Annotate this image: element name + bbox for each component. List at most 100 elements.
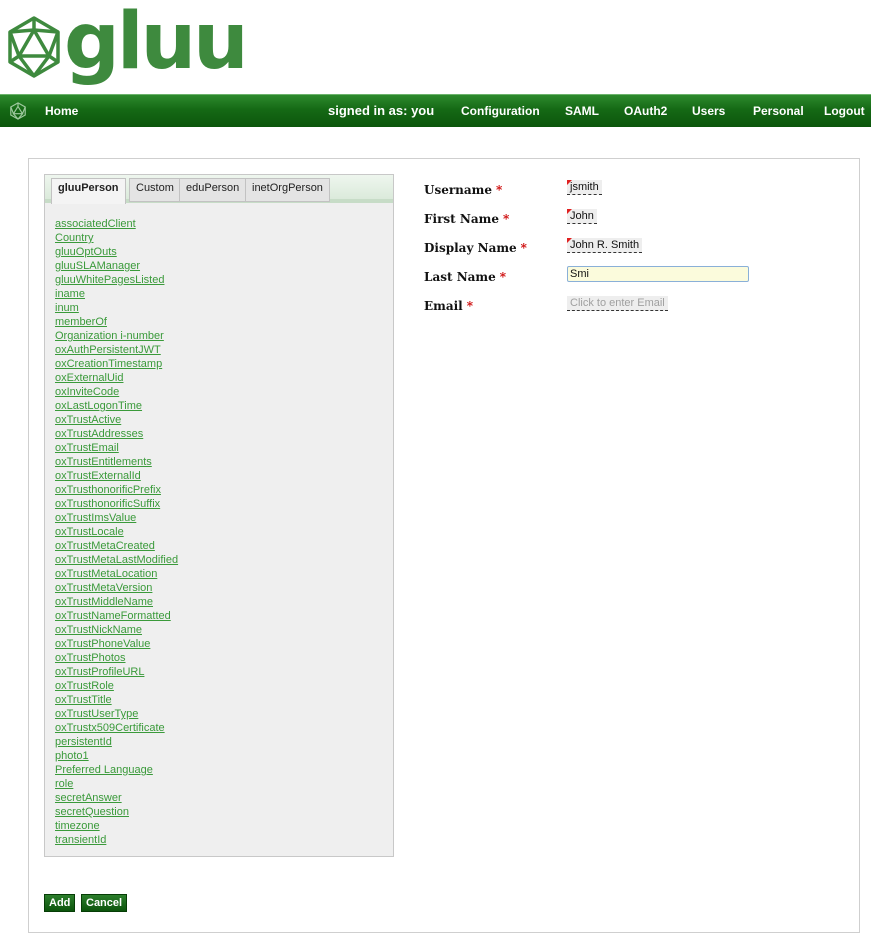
attribute-link[interactable]: memberOf	[55, 316, 107, 328]
attribute-link[interactable]: oxTrustLocale	[55, 526, 124, 538]
username-field[interactable]: jsmith	[567, 180, 602, 195]
attribute-link[interactable]: timezone	[55, 820, 100, 832]
attribute-link[interactable]: gluuWhitePagesListed	[55, 274, 164, 286]
nav-saml[interactable]: SAML	[565, 95, 599, 127]
tab-eduperson[interactable]: eduPerson	[179, 178, 247, 202]
list-item: oxTrustLocale	[55, 525, 178, 539]
tab-custom[interactable]: Custom	[129, 178, 181, 202]
email-label: Email *	[424, 299, 474, 313]
list-item: memberOf	[55, 315, 178, 329]
first-name-label: First Name *	[424, 212, 510, 226]
attribute-link[interactable]: Organization i-number	[55, 330, 164, 342]
list-item: oxExternalUid	[55, 371, 178, 385]
list-item: oxTrustMetaLocation	[55, 567, 178, 581]
list-item: photo1	[55, 749, 178, 763]
attribute-link[interactable]: oxCreationTimestamp	[55, 358, 162, 370]
nav-home[interactable]: Home	[45, 95, 78, 127]
attribute-link[interactable]: Country	[55, 232, 94, 244]
attribute-link[interactable]: oxTrustExternalId	[55, 470, 141, 482]
attribute-link[interactable]: Preferred Language	[55, 764, 153, 776]
cancel-button[interactable]: Cancel	[81, 894, 128, 912]
nav-configuration[interactable]: Configuration	[461, 95, 540, 127]
attribute-link[interactable]: oxAuthPersistentJWT	[55, 344, 161, 356]
list-item: gluuOptOuts	[55, 245, 178, 259]
attribute-list: associatedClient Country gluuOptOuts gluuSL…	[55, 217, 178, 847]
attribute-link[interactable]: oxTrustPhotos	[55, 652, 126, 664]
list-item: gluuSLAManager	[55, 259, 178, 273]
tab-gluuperson[interactable]: gluuPerson	[51, 178, 126, 204]
attribute-link[interactable]: secretAnswer	[55, 792, 122, 804]
attribute-link[interactable]: oxTrustNameFormatted	[55, 610, 171, 622]
list-item: oxTrustImsValue	[55, 511, 178, 525]
attribute-link[interactable]: transientId	[55, 834, 106, 846]
attribute-link[interactable]: oxTrustx509Certificate	[55, 722, 165, 734]
attribute-link[interactable]: oxTrustProfileURL	[55, 666, 144, 678]
attribute-link[interactable]: oxTrustImsValue	[55, 512, 136, 524]
list-item: oxTrustUserType	[55, 707, 178, 721]
attribute-link[interactable]: oxTrustUserType	[55, 708, 138, 720]
attribute-link[interactable]: oxTrustMiddleName	[55, 596, 153, 608]
signed-in-status: signed in as: you	[328, 103, 435, 118]
attribute-link[interactable]: photo1	[55, 750, 89, 762]
list-item: transientId	[55, 833, 178, 847]
last-name-label: Last Name *	[424, 270, 507, 284]
email-field[interactable]: Click to enter Email	[567, 296, 668, 311]
list-item: oxTrustMetaLastModified	[55, 553, 178, 567]
list-item: Organization i-number	[55, 329, 178, 343]
tab-inetorgperson[interactable]: inetOrgPerson	[245, 178, 330, 202]
attribute-link[interactable]: oxTrustPhoneValue	[55, 638, 150, 650]
attribute-link[interactable]: oxTrustNickName	[55, 624, 142, 636]
list-item: oxTrustPhotos	[55, 651, 178, 665]
list-item: oxTrustNameFormatted	[55, 609, 178, 623]
list-item: oxTrusthonorificSuffix	[55, 497, 178, 511]
gluu-nav-icon	[10, 102, 26, 120]
list-item: gluuWhitePagesListed	[55, 273, 178, 287]
attribute-link[interactable]: oxTrustAddresses	[55, 428, 143, 440]
attribute-link[interactable]: oxExternalUid	[55, 372, 123, 384]
nav-personal[interactable]: Personal	[753, 95, 804, 127]
list-item: persistentId	[55, 735, 178, 749]
list-item: oxTrustMetaCreated	[55, 539, 178, 553]
attribute-link[interactable]: oxTrustEntitlements	[55, 456, 152, 468]
attribute-link[interactable]: secretQuestion	[55, 806, 129, 818]
attribute-link[interactable]: oxTrustMetaVersion	[55, 582, 152, 594]
list-item: secretQuestion	[55, 805, 178, 819]
list-item: oxTrusthonorificPrefix	[55, 483, 178, 497]
attribute-link[interactable]: oxTrustEmail	[55, 442, 119, 454]
attribute-link[interactable]: oxTrusthonorificSuffix	[55, 498, 160, 510]
first-name-field[interactable]: John	[567, 209, 597, 224]
last-name-input[interactable]	[567, 266, 749, 282]
attribute-link[interactable]: gluuOptOuts	[55, 246, 117, 258]
nav-users[interactable]: Users	[692, 95, 725, 127]
attribute-link[interactable]: role	[55, 778, 73, 790]
attribute-link[interactable]: gluuSLAManager	[55, 260, 140, 272]
list-item: timezone	[55, 819, 178, 833]
attribute-link[interactable]: oxTrustMetaLocation	[55, 568, 157, 580]
list-item: oxTrustPhoneValue	[55, 637, 178, 651]
attribute-tab-panel: gluuPerson Custom eduPerson inetOrgPerso…	[44, 174, 394, 857]
attribute-link[interactable]: associatedClient	[55, 218, 136, 230]
list-item: oxTrustActive	[55, 413, 178, 427]
list-item: Country	[55, 231, 178, 245]
list-item: oxTrustTitle	[55, 693, 178, 707]
attribute-link[interactable]: oxTrustTitle	[55, 694, 112, 706]
attribute-link[interactable]: inum	[55, 302, 79, 314]
attribute-link[interactable]: oxTrustRole	[55, 680, 114, 692]
attribute-link[interactable]: oxTrustMetaCreated	[55, 540, 155, 552]
icosahedron-logo-icon	[8, 16, 60, 78]
attribute-link[interactable]: persistentId	[55, 736, 112, 748]
list-item: oxTrustProfileURL	[55, 665, 178, 679]
attribute-link[interactable]: oxTrusthonorificPrefix	[55, 484, 161, 496]
attribute-link[interactable]: oxLastLogonTime	[55, 400, 142, 412]
display-name-field[interactable]: John R. Smith	[567, 238, 643, 253]
nav-logout[interactable]: Logout	[824, 95, 865, 127]
list-item: iname	[55, 287, 178, 301]
attribute-link[interactable]: oxInviteCode	[55, 386, 119, 398]
add-button[interactable]: Add	[44, 894, 76, 912]
attribute-link[interactable]: oxTrustActive	[55, 414, 121, 426]
nav-oauth2[interactable]: OAuth2	[624, 95, 667, 127]
list-item: oxTrustExternalId	[55, 469, 178, 483]
attribute-link[interactable]: oxTrustMetaLastModified	[55, 554, 178, 566]
attribute-link[interactable]: iname	[55, 288, 85, 300]
list-item: oxTrustMetaVersion	[55, 581, 178, 595]
